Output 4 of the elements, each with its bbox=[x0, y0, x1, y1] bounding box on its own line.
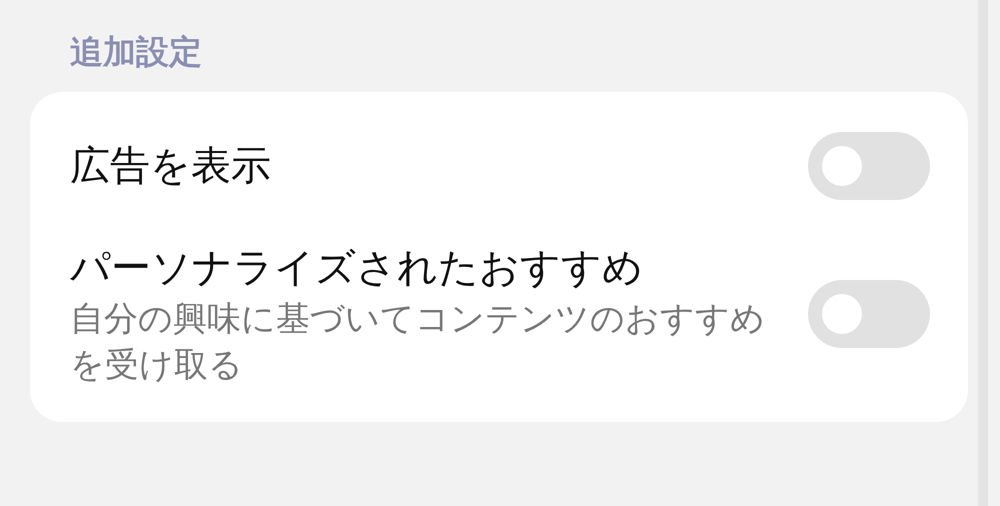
setting-title: パーソナライズされたおすすめ bbox=[70, 244, 644, 293]
setting-description: 自分の興味に基づいてコンテンツのおすすめを受け取る bbox=[70, 298, 766, 387]
setting-title: 広告を表示 bbox=[70, 142, 271, 191]
section-title: 追加設定 bbox=[69, 31, 203, 73]
